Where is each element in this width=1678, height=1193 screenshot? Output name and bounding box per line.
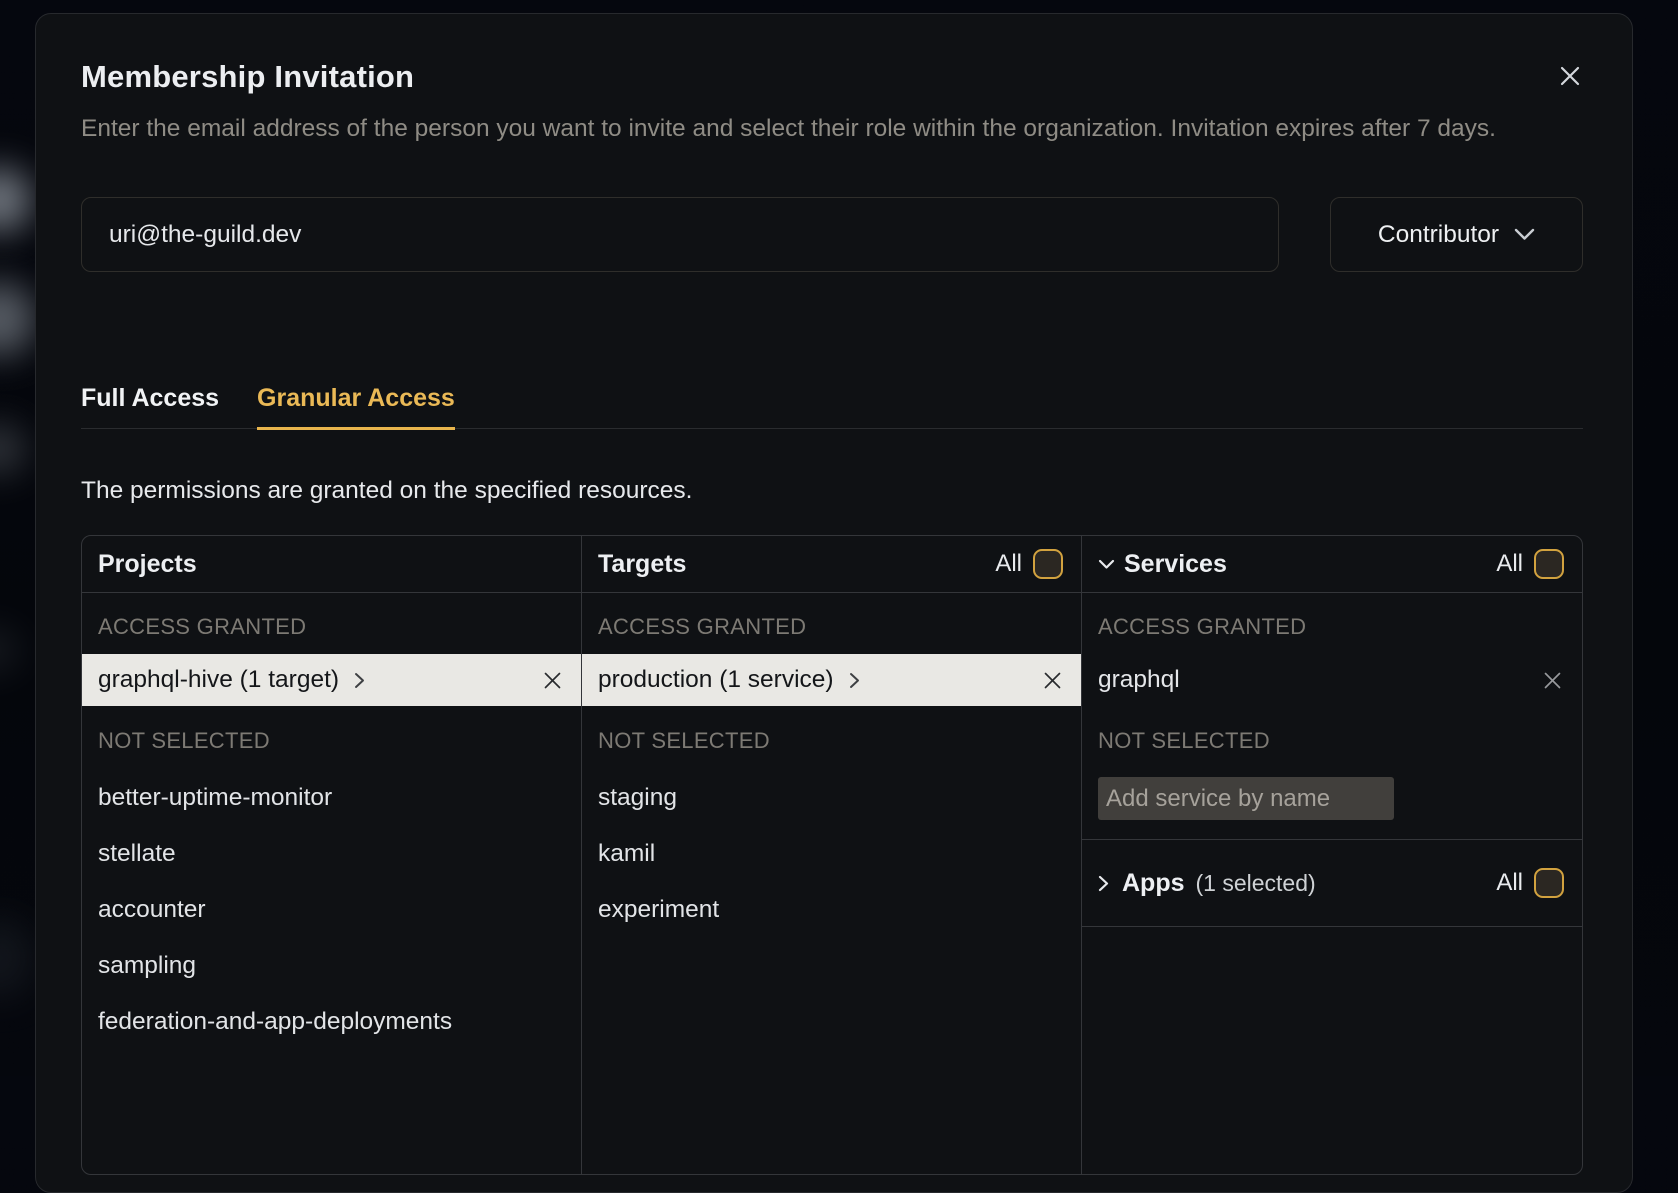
role-select-button[interactable]: Contributor — [1330, 197, 1583, 272]
services-not-selected-label: NOT SELECTED — [1082, 706, 1582, 770]
services-column-header[interactable]: Services All — [1082, 536, 1582, 593]
apps-all-control: All — [1496, 868, 1564, 898]
targets-title: Targets — [598, 550, 686, 579]
targets-column-header: Targets All — [582, 536, 1081, 593]
x-icon — [1543, 671, 1562, 690]
apps-all-checkbox[interactable] — [1534, 868, 1564, 898]
targets-all-label: All — [995, 550, 1022, 578]
target-item[interactable]: experiment — [582, 882, 1081, 938]
backdrop-blur-smudge — [0, 918, 34, 998]
project-item[interactable]: federation-and-app-deployments — [82, 994, 581, 1050]
role-select-value: Contributor — [1378, 221, 1499, 249]
add-service-input[interactable] — [1098, 777, 1394, 820]
targets-access-granted-label: ACCESS GRANTED — [582, 593, 1081, 654]
apps-all-label: All — [1496, 869, 1523, 897]
services-all-control: All — [1496, 549, 1564, 579]
x-icon — [1043, 671, 1062, 690]
remove-project-button[interactable] — [543, 671, 562, 690]
services-all-checkbox[interactable] — [1534, 549, 1564, 579]
remove-target-button[interactable] — [1043, 671, 1062, 690]
targets-all-checkbox[interactable] — [1033, 549, 1063, 579]
tab-full-access[interactable]: Full Access — [81, 384, 219, 430]
chevron-down-icon — [1514, 228, 1535, 241]
projects-column: Projects ACCESS GRANTED graphql-hive (1 … — [82, 536, 582, 1174]
chevron-right-icon — [1098, 875, 1109, 892]
close-button[interactable] — [1552, 58, 1588, 94]
access-tabs: Full Access Granular Access — [81, 384, 1583, 429]
close-icon — [1558, 64, 1582, 88]
resource-picker: Projects ACCESS GRANTED graphql-hive (1 … — [81, 535, 1583, 1175]
dialog-description: Enter the email address of the person yo… — [81, 110, 1578, 147]
backdrop-blur-smudge — [0, 628, 20, 672]
target-row-label: production (1 service) — [598, 666, 834, 694]
tab-granular-access[interactable]: Granular Access — [257, 384, 455, 430]
apps-section-row[interactable]: Apps (1 selected) All — [1082, 839, 1582, 927]
services-title: Services — [1124, 550, 1227, 579]
target-item[interactable]: staging — [582, 770, 1081, 826]
projects-column-header: Projects — [82, 536, 581, 593]
service-row-label: graphql — [1098, 666, 1180, 694]
projects-access-granted-label: ACCESS GRANTED — [82, 593, 581, 654]
target-item[interactable]: kamil — [582, 826, 1081, 882]
apps-title: Apps — [1122, 869, 1185, 898]
chevron-right-icon — [849, 672, 860, 689]
target-row-production[interactable]: production (1 service) — [582, 654, 1081, 706]
dialog-title: Membership Invitation — [81, 59, 1583, 95]
backdrop-blur-smudge — [0, 424, 26, 474]
invite-fields-row: Contributor — [81, 197, 1583, 272]
project-item[interactable]: stellate — [82, 826, 581, 882]
membership-invitation-dialog: Membership Invitation Enter the email ad… — [35, 13, 1633, 1193]
services-column: Services All ACCESS GRANTED graphql NOT … — [1082, 536, 1582, 1174]
project-item[interactable]: sampling — [82, 938, 581, 994]
projects-not-selected-label: NOT SELECTED — [82, 706, 581, 770]
backdrop-blur-smudge — [0, 282, 36, 356]
targets-not-selected-label: NOT SELECTED — [582, 706, 1081, 770]
services-all-label: All — [1496, 550, 1523, 578]
permissions-note: The permissions are granted on the speci… — [81, 477, 1583, 505]
x-icon — [543, 671, 562, 690]
project-item[interactable]: accounter — [82, 882, 581, 938]
invite-email-input[interactable] — [81, 197, 1279, 272]
chevron-down-icon — [1098, 559, 1115, 570]
service-row-graphql[interactable]: graphql — [1082, 654, 1582, 706]
targets-all-control: All — [995, 549, 1063, 579]
project-row-label: graphql-hive (1 target) — [98, 666, 339, 694]
services-access-granted-label: ACCESS GRANTED — [1082, 593, 1582, 654]
remove-service-button[interactable] — [1543, 671, 1562, 690]
targets-column: Targets All ACCESS GRANTED production (1… — [582, 536, 1082, 1174]
projects-title: Projects — [98, 550, 197, 579]
backdrop-blur-smudge — [0, 168, 32, 232]
project-row-graphql-hive[interactable]: graphql-hive (1 target) — [82, 654, 581, 706]
project-item[interactable]: better-uptime-monitor — [82, 770, 581, 826]
apps-selected-count: (1 selected) — [1196, 870, 1316, 897]
chevron-right-icon — [354, 672, 365, 689]
